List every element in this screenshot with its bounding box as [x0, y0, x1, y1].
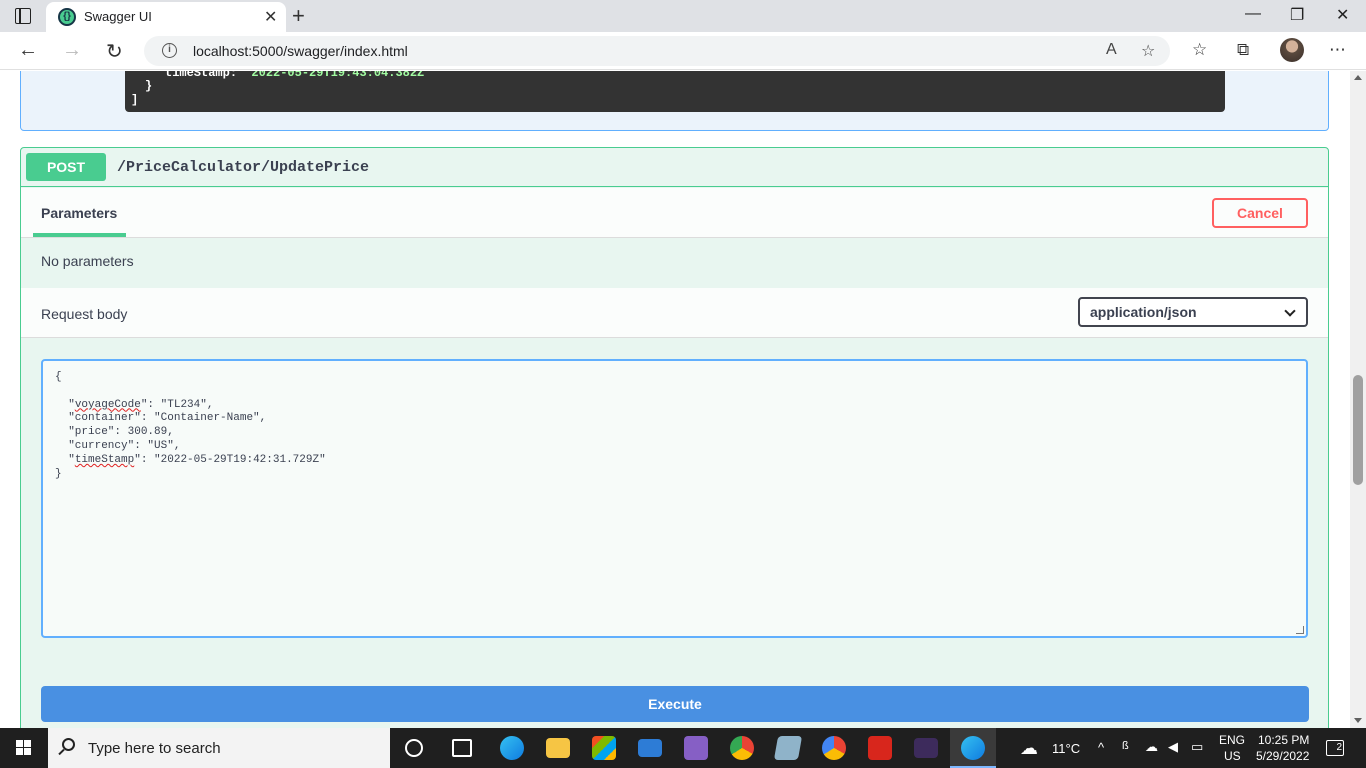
avatar[interactable] [1280, 38, 1304, 62]
request-body-header: Request body application/json [21, 288, 1328, 338]
swagger-favicon-icon: {} [58, 8, 76, 26]
chevron-down-icon [1284, 305, 1296, 317]
back-icon[interactable]: ← [18, 39, 38, 62]
region-code[interactable]: US [1224, 749, 1241, 763]
response-key: timeStamp [165, 71, 230, 80]
visual-studio-icon[interactable] [684, 736, 708, 760]
body-container-key: "container" [68, 412, 141, 425]
notification-center-icon[interactable]: 2 [1326, 740, 1344, 756]
chrome-icon[interactable] [730, 736, 754, 760]
post-operation-block: POST /PriceCalculator/UpdatePrice Parame… [20, 147, 1329, 728]
parameters-header: Parameters Cancel [21, 188, 1328, 238]
cortana-icon[interactable] [405, 739, 423, 757]
body-timestamp-value: "2022-05-29T19:42:31.729Z" [154, 453, 326, 466]
response-value: "2022-05-29T19:43:04.382Z" [244, 71, 432, 80]
operation-summary[interactable]: POST /PriceCalculator/UpdatePrice [21, 148, 1328, 187]
address-bar: ← → ↻ i localhost:5000/swagger/index.htm… [0, 32, 1366, 70]
body-price-line: "price": 300.89, [68, 426, 174, 439]
scroll-down-icon[interactable] [1354, 718, 1362, 723]
mail-icon[interactable] [638, 739, 662, 757]
active-tab-underline [33, 233, 126, 237]
scroll-up-icon[interactable] [1354, 75, 1362, 80]
execute-button[interactable]: Execute [41, 686, 1309, 722]
taskbar-search-box[interactable]: Type here to search [48, 728, 390, 768]
language-code[interactable]: ENG [1219, 733, 1245, 747]
forward-icon[interactable]: → [62, 39, 82, 62]
site-info-icon[interactable]: i [162, 43, 177, 58]
scroll-thumb[interactable] [1353, 375, 1363, 485]
body-close-brace: } [55, 467, 62, 480]
method-badge: POST [26, 153, 106, 181]
notepad-icon[interactable] [773, 736, 803, 760]
cancel-button[interactable]: Cancel [1212, 198, 1308, 228]
restore-icon[interactable]: ❐ [1290, 5, 1304, 25]
previous-operation-block: timeStamp: "2022-05-29T19:43:04.382Z" } … [20, 71, 1329, 131]
add-favorite-icon[interactable]: ☆ [1141, 41, 1155, 61]
url-field[interactable]: i localhost:5000/swagger/index.html A ☆ [144, 36, 1170, 66]
notification-count: 2 [1336, 742, 1342, 753]
no-parameters-text: No parameters [41, 253, 134, 269]
weather-temperature[interactable]: 11°C [1052, 741, 1080, 756]
swagger-page: timeStamp: "2022-05-29T19:43:04.382Z" } … [0, 71, 1350, 728]
tab-title: Swagger UI [84, 9, 152, 24]
volume-icon[interactable]: ◀ [1168, 739, 1178, 755]
edge-icon[interactable] [500, 736, 524, 760]
read-aloud-icon[interactable]: A [1106, 41, 1117, 59]
new-tab-icon[interactable]: + [292, 3, 305, 29]
favorites-icon[interactable]: ☆ [1192, 40, 1207, 60]
battery-icon[interactable]: ▭ [1191, 739, 1203, 755]
response-close-brace: } [145, 79, 153, 93]
edge-active-app[interactable] [950, 728, 996, 768]
store-icon[interactable] [592, 736, 616, 760]
response-body-code: timeStamp: "2022-05-29T19:43:04.382Z" } … [125, 71, 1225, 112]
minimize-icon[interactable]: — [1245, 5, 1261, 23]
windows-taskbar: Type here to search ☁ 11°C ^ ß ☁ ◀ ▭ ENG… [0, 728, 1366, 768]
windows-start-icon[interactable] [16, 740, 32, 756]
task-view-icon[interactable] [452, 739, 472, 757]
body-timestamp-key: timeStamp [74, 453, 135, 466]
settings-more-icon[interactable]: ⋯ [1329, 40, 1346, 60]
page-scrollbar[interactable] [1350, 71, 1366, 728]
response-close-bracket: ] [131, 93, 139, 107]
acrobat-icon[interactable] [868, 736, 892, 760]
url-text[interactable]: localhost:5000/swagger/index.html [193, 43, 408, 59]
tab-close-icon[interactable]: ✕ [264, 7, 277, 27]
body-voyagecode-key: voyageCode [74, 398, 141, 411]
chevron-up-icon[interactable]: ^ [1098, 740, 1104, 755]
tab-parameters[interactable]: Parameters [41, 205, 117, 221]
refresh-icon[interactable]: ↻ [106, 39, 123, 64]
browser-tab-bar: {} Swagger UI ✕ + — ❐ ✕ [0, 0, 1366, 32]
taskbar-search-text: Type here to search [88, 740, 221, 757]
edge-icon [961, 736, 985, 760]
body-voyagecode-value: "TL234", [160, 398, 214, 411]
request-body-label: Request body [41, 306, 128, 322]
body-container-value: "Container-Name", [154, 412, 267, 425]
resize-handle[interactable] [1296, 626, 1304, 634]
content-type-value: application/json [1090, 304, 1197, 320]
tab-actions-icon[interactable] [15, 8, 31, 24]
file-explorer-icon[interactable] [546, 738, 570, 758]
chrome-canary-icon[interactable] [822, 736, 846, 760]
browser-tab[interactable]: {} Swagger UI ✕ [46, 2, 286, 32]
search-icon [62, 738, 75, 751]
terminal-icon[interactable] [914, 738, 938, 758]
clock-time[interactable]: 10:25 PM [1258, 733, 1309, 747]
request-body-editor[interactable]: { "voyageCode": "TL234", "container": "C… [41, 359, 1308, 638]
operation-path: /PriceCalculator/UpdatePrice [117, 159, 370, 176]
body-open-brace: { [55, 371, 62, 383]
body-currency-line: "currency": "US", [68, 439, 181, 452]
weather-cloud-icon[interactable]: ☁ [1020, 738, 1038, 759]
window-close-icon[interactable]: ✕ [1336, 5, 1349, 25]
onedrive-icon[interactable]: ☁ [1145, 739, 1158, 755]
content-type-select[interactable]: application/json [1078, 297, 1308, 327]
collections-icon[interactable]: ⧉ [1237, 40, 1249, 60]
clock-date[interactable]: 5/29/2022 [1256, 749, 1309, 763]
input-method-icon[interactable]: ß [1122, 740, 1129, 752]
